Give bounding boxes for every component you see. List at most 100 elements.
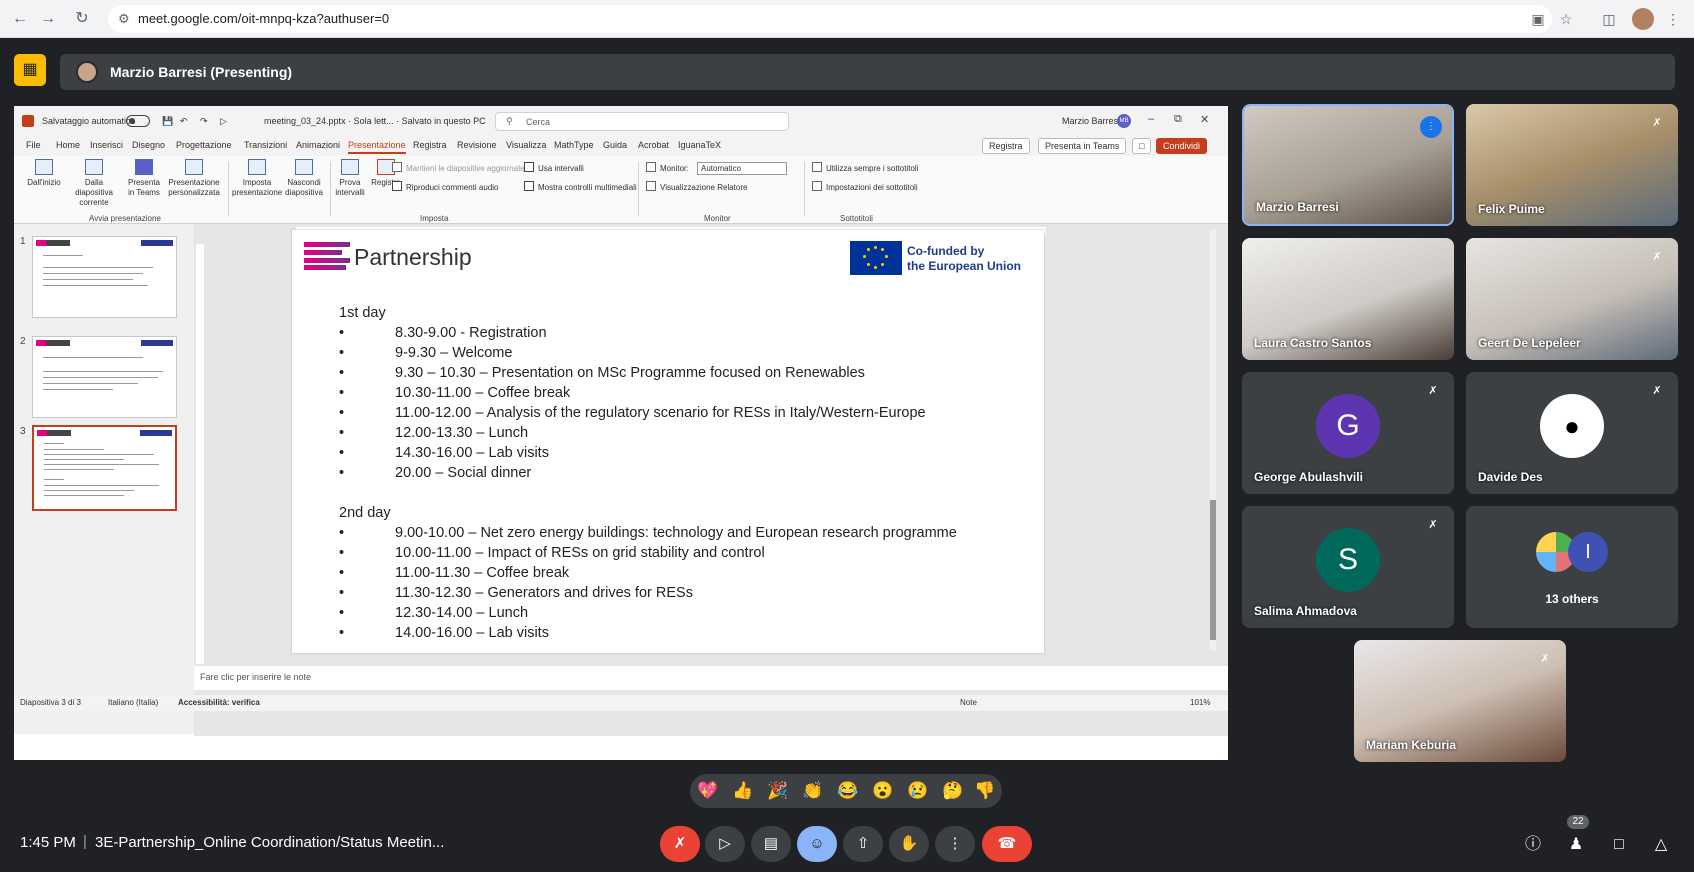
presenter-view-checkbox[interactable]: Visualizzazione Relatore [646, 181, 747, 192]
thinking-emoji-icon[interactable]: 🤔 [939, 779, 967, 803]
menu-design[interactable]: Progettazione [176, 140, 232, 150]
record-button[interactable]: Registra [982, 138, 1030, 154]
play-narrations-checkbox[interactable]: Riproduci commenti audio [392, 181, 499, 192]
slide-thumbnail-1[interactable] [32, 236, 177, 318]
menu-dots-icon[interactable]: ⋮ [1662, 8, 1684, 30]
language-status[interactable]: Italiano (Italia) [108, 698, 158, 707]
participant-tile[interactable]: G ✗ George Abulashvili [1242, 372, 1454, 494]
accessibility-status[interactable]: Accessibilità: verifica [178, 698, 260, 707]
back-icon[interactable]: ← [8, 7, 32, 31]
stop-presenting-icon[interactable]: ▦ [14, 54, 46, 86]
camera-button[interactable]: ▷ [705, 826, 745, 862]
thumbs-up-emoji-icon[interactable]: 👍 [729, 779, 757, 803]
participant-tile[interactable]: ✗ Geert De Lepeleer [1466, 238, 1678, 360]
present-in-teams-button[interactable]: Presenta in Teams [126, 159, 162, 198]
activities-icon[interactable]: △ [1648, 834, 1674, 856]
hide-slide-button[interactable]: Nascondi diapositiva [282, 159, 326, 198]
forward-icon[interactable]: → [36, 7, 60, 31]
always-subtitles-checkbox[interactable]: Utilizza sempre i sottotitoli [812, 162, 918, 173]
thumb-text-line [44, 485, 159, 486]
scrollbar-thumb[interactable] [1210, 500, 1216, 640]
laugh-emoji-icon[interactable]: 😂 [834, 779, 862, 803]
menu-animations[interactable]: Animazioni [296, 140, 340, 150]
menu-slideshow[interactable]: Presentazione [348, 140, 406, 154]
subtitle-settings-button[interactable]: Impostazioni dei sottotitoli [812, 181, 918, 192]
undo-icon[interactable]: ↶ [180, 116, 188, 127]
menu-review[interactable]: Revisione [457, 140, 497, 150]
ppt-search-input[interactable]: ⚲ Cerca [495, 112, 789, 131]
menu-mathtype[interactable]: MathType [554, 140, 594, 150]
partnership-logo-text: Partnership [354, 244, 472, 270]
raise-hand-button[interactable]: ✋ [889, 826, 929, 862]
menu-file[interactable]: File [26, 140, 41, 150]
url-text: meet.google.com/oit-mnpq-kza?authuser=0 [138, 11, 390, 26]
sidepanel-icon[interactable]: ◫ [1598, 8, 1620, 30]
monitor-select[interactable]: Automatico [697, 162, 787, 175]
menu-insert[interactable]: Inserisci [90, 140, 123, 150]
keep-updated-checkbox[interactable]: Mantieni le diapositive aggiornate [392, 162, 525, 173]
participant-tile[interactable]: S ✗ Salima Ahmadova [1242, 506, 1454, 628]
participant-tile[interactable]: ● ✗ Davide Des [1466, 372, 1678, 494]
menu-home[interactable]: Home [56, 140, 80, 150]
share-button[interactable]: Condividi [1156, 138, 1208, 154]
notes-pane[interactable]: Fare clic per inserire le note [194, 666, 1228, 690]
captions-button[interactable]: ▤ [751, 826, 791, 862]
menu-draw[interactable]: Disegno [132, 140, 165, 150]
vertical-scrollbar[interactable] [1210, 230, 1216, 650]
slide-thumbnail-2[interactable] [32, 336, 177, 418]
menu-record[interactable]: Registra [413, 140, 447, 150]
redo-icon[interactable]: ↷ [200, 116, 208, 127]
close-icon[interactable]: ✕ [1200, 113, 1209, 126]
menu-transitions[interactable]: Transizioni [244, 140, 287, 150]
restore-icon[interactable]: ⧉ [1174, 113, 1182, 126]
from-current-button[interactable]: Dalla diapositiva corrente [66, 159, 122, 208]
meeting-info-icon[interactable]: ⓘ [1520, 834, 1546, 856]
address-bar[interactable]: ⚙ meet.google.com/oit-mnpq-kza?authuser=… [108, 5, 1552, 33]
menu-acrobat[interactable]: Acrobat [638, 140, 669, 150]
participant-tile[interactable]: ⋮ Marzio Barresi [1242, 104, 1454, 226]
comments-icon[interactable]: □ [1132, 138, 1152, 154]
reactions-button[interactable]: ☺ [797, 826, 837, 862]
show-media-checkbox[interactable]: Mostra controlli multimediali [524, 181, 637, 192]
slide-thumbnail-3[interactable] [32, 425, 177, 511]
reload-icon[interactable]: ↻ [70, 7, 94, 31]
thumbs-down-emoji-icon[interactable]: 👎 [971, 779, 999, 803]
participant-tile[interactable]: ✗ Felix Puime [1466, 104, 1678, 226]
party-emoji-icon[interactable]: 🎉 [764, 779, 792, 803]
from-start-button[interactable]: Dall'inizio [24, 159, 64, 188]
menu-help[interactable]: Guida [603, 140, 627, 150]
setup-show-button[interactable]: Imposta presentazione [232, 159, 282, 198]
notes-toggle[interactable]: Note [960, 698, 977, 707]
mic-off-button[interactable]: ✗ [660, 826, 700, 862]
clap-emoji-icon[interactable]: 👏 [799, 779, 827, 803]
more-options-button[interactable]: ⋮ [935, 826, 975, 862]
present-teams-button[interactable]: Presenta in Teams [1038, 138, 1127, 154]
site-info-icon[interactable]: ⚙ [118, 11, 130, 27]
use-timings-checkbox[interactable]: Usa intervalli [524, 162, 584, 173]
others-tile[interactable]: I 13 others [1466, 506, 1678, 628]
surprised-emoji-icon[interactable]: 😮 [869, 779, 897, 803]
meeting-title[interactable]: 3E-Partnership_Online Coordination/Statu… [95, 834, 444, 851]
participant-tile[interactable]: Laura Castro Santos [1242, 238, 1454, 360]
ppt-user-avatar[interactable]: MB [1117, 114, 1131, 128]
rehearse-button[interactable]: Prova intervalli [332, 159, 368, 198]
zoom-level[interactable]: 101% [1190, 698, 1210, 707]
end-call-button[interactable]: ☎ [982, 826, 1032, 862]
minimize-icon[interactable]: – [1148, 113, 1154, 125]
sad-emoji-icon[interactable]: 😢 [904, 779, 932, 803]
menu-view[interactable]: Visualizza [506, 140, 546, 150]
camera-icon[interactable]: ▣ [1527, 8, 1549, 30]
chat-icon[interactable]: □ [1606, 834, 1632, 856]
present-button[interactable]: ⇧ [843, 826, 883, 862]
participant-tile[interactable]: ✗ Mariam Keburia [1354, 640, 1566, 762]
bookmark-star-icon[interactable]: ☆ [1555, 8, 1577, 30]
save-icon[interactable]: 💾 [162, 116, 173, 127]
start-show-icon[interactable]: ▷ [220, 116, 227, 127]
menu-iguanatex[interactable]: IguanaTeX [678, 140, 721, 150]
custom-show-button[interactable]: Presentazione personalizzata [164, 159, 224, 198]
current-slide[interactable]: Partnership Co-funded by the European Un… [292, 230, 1044, 653]
heart-emoji-icon[interactable]: 💖 [694, 779, 722, 803]
profile-avatar[interactable] [1632, 8, 1654, 30]
autosave-toggle[interactable] [126, 115, 150, 127]
people-icon[interactable]: ♟ [1563, 834, 1589, 856]
